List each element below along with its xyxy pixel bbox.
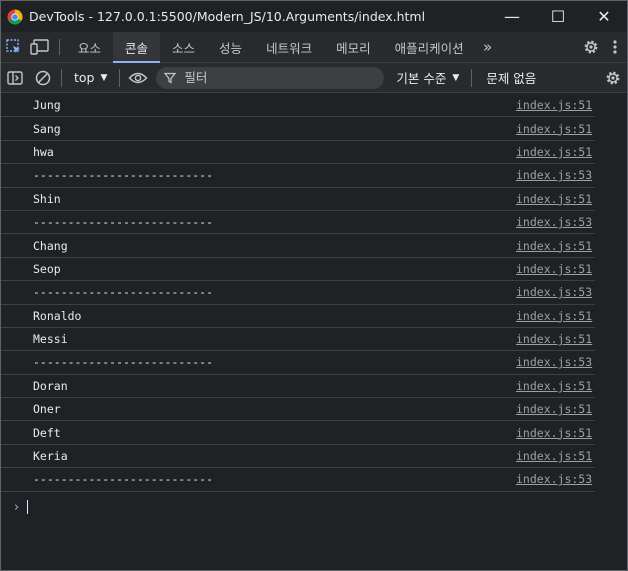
tab-elements[interactable]: 요소 bbox=[66, 32, 113, 62]
console-message-text: Jung bbox=[33, 98, 61, 113]
source-link[interactable]: index.js:51 bbox=[516, 262, 594, 276]
window-title: DevTools - 127.0.0.1:5500/Modern_JS/10.A… bbox=[29, 9, 426, 24]
chrome-logo-icon bbox=[7, 8, 23, 25]
device-toolbar-icon[interactable] bbox=[27, 32, 53, 62]
source-link[interactable]: index.js:53 bbox=[516, 355, 594, 369]
tab-memory[interactable]: 메모리 bbox=[324, 32, 383, 62]
settings-gear-icon[interactable] bbox=[579, 32, 603, 62]
tab-sources[interactable]: 소스 bbox=[160, 32, 207, 62]
console-messages: Jung index.js:51 Sang index.js:51 hwa index.j… bbox=[1, 94, 595, 492]
console-message-text: Messi bbox=[33, 332, 68, 347]
tab-application[interactable]: 애플리케이션 bbox=[383, 32, 476, 62]
live-expression-eye-icon[interactable] bbox=[124, 63, 152, 92]
console-message-text: Ronaldo bbox=[33, 308, 82, 323]
source-link[interactable]: index.js:51 bbox=[516, 449, 594, 463]
panel-tab-bar: 요소 콘솔 소스 성능 네트워크 메모리 애플리케이션 » bbox=[1, 32, 627, 63]
console-message-row: -------------------------- index.js:53 bbox=[1, 164, 595, 188]
filter-funnel-icon bbox=[164, 72, 177, 83]
source-link[interactable]: index.js:51 bbox=[516, 122, 594, 136]
context-selector-label: top bbox=[74, 70, 95, 85]
dropdown-caret-icon: ▼ bbox=[452, 72, 460, 83]
window-controls: — ☐ ✕ bbox=[489, 1, 627, 32]
dropdown-caret-icon: ▼ bbox=[100, 72, 108, 83]
tab-bar-actions bbox=[579, 32, 627, 62]
source-link[interactable]: index.js:51 bbox=[516, 192, 594, 206]
source-link[interactable]: index.js:51 bbox=[516, 309, 594, 323]
tab-performance[interactable]: 성능 bbox=[207, 32, 254, 62]
console-message-row: hwa index.js:51 bbox=[1, 141, 595, 165]
console-message-row: Messi index.js:51 bbox=[1, 328, 595, 352]
console-prompt[interactable]: › bbox=[1, 497, 29, 517]
tab-network[interactable]: 네트워크 bbox=[254, 32, 324, 62]
filter-box bbox=[156, 66, 385, 89]
source-link[interactable]: index.js:53 bbox=[516, 215, 594, 229]
source-link[interactable]: index.js:51 bbox=[516, 145, 594, 159]
console-message-text: Oner bbox=[33, 402, 61, 417]
source-link[interactable]: index.js:51 bbox=[516, 426, 594, 440]
console-message-text: Doran bbox=[33, 378, 68, 393]
close-button[interactable]: ✕ bbox=[581, 1, 627, 32]
maximize-button[interactable]: ☐ bbox=[535, 1, 581, 32]
log-levels-label: 기본 수준 bbox=[396, 71, 447, 86]
console-message-text: -------------------------- bbox=[33, 215, 214, 230]
console-message-row: -------------------------- index.js:53 bbox=[1, 281, 595, 305]
inspect-element-icon[interactable] bbox=[1, 32, 27, 62]
source-link[interactable]: index.js:51 bbox=[516, 379, 594, 393]
filter-input[interactable] bbox=[182, 69, 367, 86]
clear-console-icon[interactable] bbox=[29, 63, 57, 92]
toolbar-divider bbox=[119, 68, 121, 87]
toolbar-divider bbox=[61, 68, 62, 87]
context-selector[interactable]: top ▼ bbox=[66, 70, 115, 85]
minimize-button[interactable]: — bbox=[489, 1, 535, 32]
console-message-text: -------------------------- bbox=[33, 285, 214, 300]
source-link[interactable]: index.js:51 bbox=[516, 239, 594, 253]
console-message-text: Keria bbox=[33, 449, 68, 464]
sidebar-toggle-icon[interactable] bbox=[1, 63, 29, 92]
console-message-row: Chang index.js:51 bbox=[1, 234, 595, 258]
toolbar-divider bbox=[471, 68, 473, 87]
console-message-text: hwa bbox=[33, 144, 54, 159]
console-message-row: Sang index.js:51 bbox=[1, 117, 595, 141]
console-message-text: Deft bbox=[33, 425, 61, 440]
source-link[interactable]: index.js:51 bbox=[516, 402, 594, 416]
log-levels-dropdown[interactable]: 기본 수준 ▼ bbox=[384, 68, 467, 87]
console-toolbar: top ▼ 기본 수준 ▼ 문제 없음 bbox=[1, 63, 627, 93]
console-message-row: -------------------------- index.js:53 bbox=[1, 468, 595, 492]
source-link[interactable]: index.js:51 bbox=[516, 332, 594, 346]
issues-counter[interactable]: 문제 없음 bbox=[476, 68, 546, 87]
console-message-row: Doran index.js:51 bbox=[1, 375, 595, 399]
console-message-row: Ronaldo index.js:51 bbox=[1, 305, 595, 328]
source-link[interactable]: index.js:53 bbox=[516, 168, 594, 182]
console-settings-gear-icon[interactable] bbox=[599, 63, 627, 92]
title-bar: DevTools - 127.0.0.1:5500/Modern_JS/10.A… bbox=[1, 1, 627, 32]
tab-console[interactable]: 콘솔 bbox=[113, 32, 161, 63]
tab-divider bbox=[59, 39, 60, 55]
console-message-row: Keria index.js:51 bbox=[1, 445, 595, 469]
console-message-text: Chang bbox=[33, 238, 68, 253]
more-options-kebab-icon[interactable] bbox=[603, 32, 627, 62]
console-message-row: Oner index.js:51 bbox=[1, 398, 595, 422]
console-message-text: Sang bbox=[33, 121, 61, 136]
console-message-text: Seop bbox=[33, 261, 61, 276]
console-message-text: -------------------------- bbox=[33, 472, 214, 487]
more-tabs-button[interactable]: » bbox=[476, 32, 500, 62]
console-message-text: Shin bbox=[33, 191, 61, 206]
console-message-row: Seop index.js:51 bbox=[1, 258, 595, 282]
prompt-chevron-icon: › bbox=[14, 499, 20, 515]
console-message-row: -------------------------- index.js:53 bbox=[1, 351, 595, 375]
console-message-row: Deft index.js:51 bbox=[1, 421, 595, 445]
console-message-text: -------------------------- bbox=[33, 168, 214, 183]
console-message-row: -------------------------- index.js:53 bbox=[1, 211, 595, 235]
source-link[interactable]: index.js:51 bbox=[516, 98, 594, 112]
source-link[interactable]: index.js:53 bbox=[516, 472, 594, 486]
console-message-text: -------------------------- bbox=[33, 355, 214, 370]
console-message-row: Shin index.js:51 bbox=[1, 188, 595, 211]
console-message-row: Jung index.js:51 bbox=[1, 94, 595, 118]
devtools-window: DevTools - 127.0.0.1:5500/Modern_JS/10.A… bbox=[0, 0, 628, 571]
text-cursor bbox=[27, 500, 29, 514]
source-link[interactable]: index.js:53 bbox=[516, 285, 594, 299]
